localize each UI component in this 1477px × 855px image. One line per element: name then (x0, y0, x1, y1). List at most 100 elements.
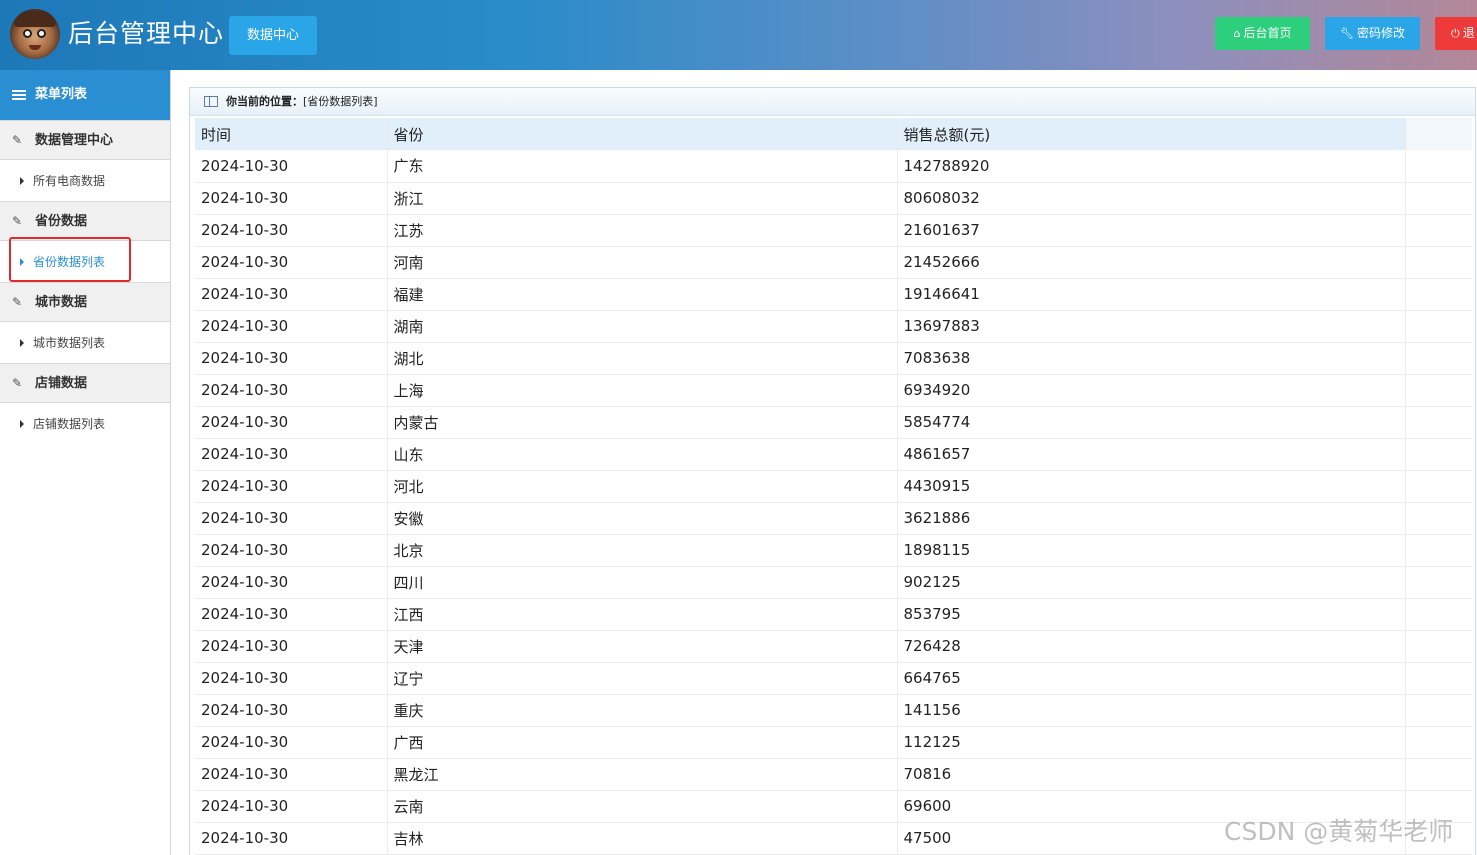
cell-province: 吉林 (387, 822, 898, 855)
table-row: 2024-10-30 福建 19146641 (195, 278, 1472, 311)
cell-time: 2024-10-30 (195, 246, 388, 279)
sidebar-group-data-management[interactable]: ✎ 数据管理中心 (0, 120, 170, 160)
table-row: 2024-10-30 重庆 141156 (195, 694, 1472, 727)
cell-province: 云南 (387, 790, 898, 823)
sidebar-item-province-data-list[interactable]: 省份数据列表 (0, 242, 170, 282)
cell-time: 2024-10-30 (195, 150, 388, 183)
table-row: 2024-10-30 云南 69600 (195, 790, 1472, 823)
breadcrumb-label: 你当前的位置： (226, 95, 303, 108)
cell-province: 四川 (387, 566, 898, 599)
backend-home-button[interactable]: ⌂ 后台首页 (1215, 17, 1310, 50)
cell-blank (1405, 598, 1472, 631)
cell-time: 2024-10-30 (195, 534, 388, 567)
sidebar-group-shop-data[interactable]: ✎ 店铺数据 (0, 363, 170, 403)
sidebar-group-label: 省份数据 (35, 214, 88, 229)
cell-province: 黑龙江 (387, 758, 898, 791)
caret-right-icon (20, 257, 24, 266)
cell-sales-total: 3621886 (897, 502, 1406, 535)
cell-blank (1405, 342, 1472, 375)
cell-sales-total: 902125 (897, 566, 1406, 599)
cell-sales-total: 4430915 (897, 470, 1406, 503)
cell-blank (1405, 566, 1472, 599)
sidebar-item-label: 省份数据列表 (33, 255, 106, 269)
cell-blank (1405, 438, 1472, 471)
cell-sales-total: 142788920 (897, 150, 1406, 183)
cell-province: 广西 (387, 726, 898, 759)
cell-province: 福建 (387, 278, 898, 311)
cell-blank (1405, 534, 1472, 567)
cell-time: 2024-10-30 (195, 406, 388, 439)
sidebar-item-city-data-list[interactable]: 城市数据列表 (0, 323, 170, 363)
cell-sales-total: 5854774 (897, 406, 1406, 439)
cell-province: 北京 (387, 534, 898, 567)
table-row: 2024-10-30 湖南 13697883 (195, 310, 1472, 343)
cell-sales-total: 19146641 (897, 278, 1406, 311)
sidebar-group-city-data[interactable]: ✎ 城市数据 (0, 282, 170, 322)
cell-province: 上海 (387, 374, 898, 407)
column-header-province: 省份 (387, 118, 898, 150)
table-row: 2024-10-30 广东 142788920 (195, 150, 1472, 183)
cell-province: 重庆 (387, 694, 898, 727)
cell-sales-total: 70816 (897, 758, 1406, 791)
edit-icon: ✎ (12, 376, 23, 390)
table-row: 2024-10-30 辽宁 664765 (195, 662, 1472, 695)
cell-sales-total: 21452666 (897, 246, 1406, 279)
cell-province: 广东 (387, 150, 898, 183)
home-icon: ⌂ (1233, 27, 1241, 40)
cell-blank (1405, 182, 1472, 215)
table-row: 2024-10-30 广西 112125 (195, 726, 1472, 759)
logout-button[interactable]: ⏻ 退 (1435, 17, 1477, 50)
data-center-nav-button[interactable]: 数据中心 (229, 16, 317, 55)
cell-time: 2024-10-30 (195, 566, 388, 599)
table-row: 2024-10-30 江西 853795 (195, 598, 1472, 631)
cell-province: 安徽 (387, 502, 898, 535)
edit-icon: ✎ (12, 133, 23, 147)
cell-sales-total: 4861657 (897, 438, 1406, 471)
cell-blank (1405, 470, 1472, 503)
cell-time: 2024-10-30 (195, 438, 388, 471)
table-header-row: 时间 省份 销售总额(元) (195, 118, 1472, 150)
table-body: 2024-10-30 广东 142788920 2024-10-30 浙江 8060803… (195, 150, 1472, 855)
cell-blank (1405, 150, 1472, 183)
wrench-icon: 🔧︎ (1340, 27, 1354, 40)
top-header: 后台管理中心 数据中心 ⌂ 后台首页 🔧︎ 密码修改 ⏻ 退 (0, 0, 1477, 70)
caret-right-icon (20, 176, 24, 185)
sidebar-group-label: 店铺数据 (35, 376, 88, 391)
table-row: 2024-10-30 天津 726428 (195, 630, 1472, 663)
cell-province: 河北 (387, 470, 898, 503)
change-password-button[interactable]: 🔧︎ 密码修改 (1325, 17, 1420, 50)
cell-blank (1405, 278, 1472, 311)
cell-sales-total: 6934920 (897, 374, 1406, 407)
backend-home-label: 后台首页 (1243, 26, 1292, 40)
cell-province: 湖南 (387, 310, 898, 343)
sidebar-group-province-data[interactable]: ✎ 省份数据 (0, 201, 170, 241)
table-row: 2024-10-30 河南 21452666 (195, 246, 1472, 279)
cell-province: 江苏 (387, 214, 898, 247)
edit-icon: ✎ (12, 214, 23, 228)
power-icon: ⏻ (1451, 27, 1460, 40)
cell-province: 辽宁 (387, 662, 898, 695)
sidebar-item-label: 城市数据列表 (33, 336, 106, 350)
table-row: 2024-10-30 湖北 7083638 (195, 342, 1472, 375)
cell-time: 2024-10-30 (195, 790, 388, 823)
cell-province: 内蒙古 (387, 406, 898, 439)
avatar-logo (10, 9, 60, 59)
cell-blank (1405, 662, 1472, 695)
sidebar-group-label: 数据管理中心 (35, 133, 114, 148)
table-row: 2024-10-30 北京 1898115 (195, 534, 1472, 567)
cell-blank (1405, 790, 1472, 823)
sidebar-item-all-ecommerce-data[interactable]: 所有电商数据 (0, 161, 170, 201)
sidebar-item-label: 店铺数据列表 (33, 417, 106, 431)
breadcrumb-path: [省份数据列表] (303, 95, 378, 108)
cell-sales-total: 7083638 (897, 342, 1406, 375)
sidebar: 菜单列表 ✎ 数据管理中心 所有电商数据 ✎ 省份数据 省份数据列表 ✎ 城市数据 城… (0, 70, 171, 855)
cell-time: 2024-10-30 (195, 278, 388, 311)
sidebar-item-shop-data-list[interactable]: 店铺数据列表 (0, 404, 170, 444)
cell-blank (1405, 214, 1472, 247)
cell-sales-total: 853795 (897, 598, 1406, 631)
table-row: 2024-10-30 安徽 3621886 (195, 502, 1472, 535)
cell-sales-total: 21601637 (897, 214, 1406, 247)
cell-time: 2024-10-30 (195, 630, 388, 663)
table-row: 2024-10-30 吉林 47500 (195, 822, 1472, 855)
column-header-time: 时间 (195, 118, 388, 150)
